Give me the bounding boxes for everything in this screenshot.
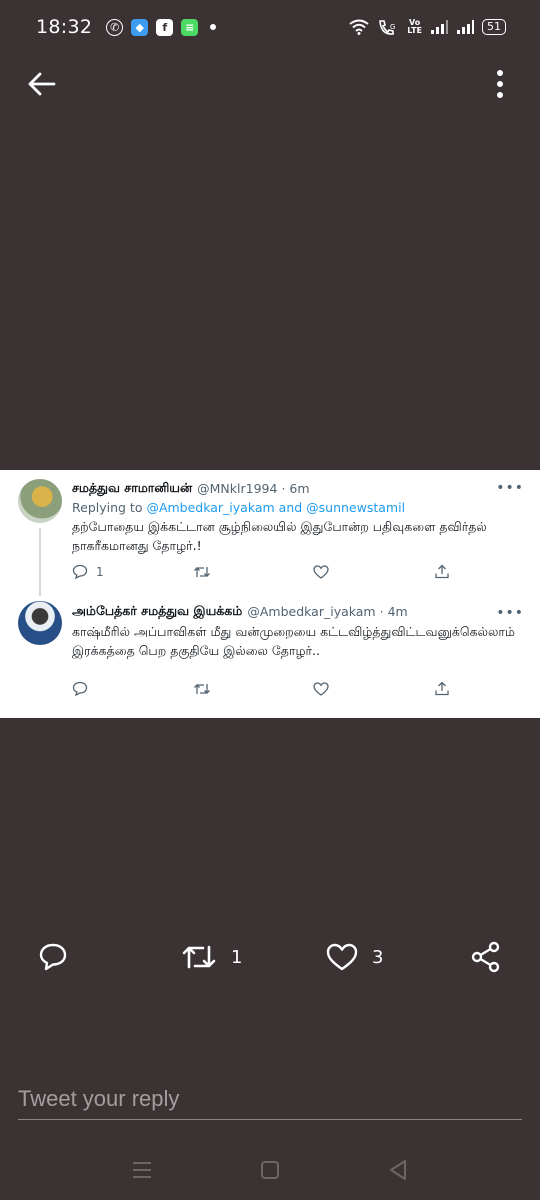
user-handle: @Ambedkar_iyakam bbox=[247, 604, 376, 619]
menu-icon bbox=[133, 1162, 151, 1178]
avatar bbox=[18, 479, 62, 523]
tweet-actions: 1 bbox=[72, 564, 450, 579]
thread-line bbox=[39, 528, 41, 596]
reply-button[interactable] bbox=[38, 934, 68, 980]
wifi-icon bbox=[349, 19, 369, 35]
signal-2-icon bbox=[457, 20, 474, 34]
volte-icon: Vo LTE bbox=[407, 18, 422, 35]
back-button[interactable] bbox=[24, 66, 60, 102]
retweet-icon bbox=[182, 945, 216, 969]
tweet-menu-icon: ••• bbox=[496, 605, 524, 621]
reply-action bbox=[72, 681, 112, 696]
more-vertical-icon bbox=[497, 70, 503, 98]
heart-icon bbox=[313, 681, 329, 696]
reply-icon bbox=[39, 943, 67, 971]
mentions: @Ambedkar_iyakam and @sunnewstamil bbox=[146, 500, 406, 515]
signal-1-icon bbox=[431, 20, 448, 34]
tweet-header: அம்பேத்கர் சமத்துவ இயக்கம் @Ambedkar_iya… bbox=[72, 603, 524, 620]
replying-to: Replying to @Ambedkar_iyakam and @sunnew… bbox=[72, 500, 524, 515]
reply-icon bbox=[72, 681, 88, 696]
user-handle: @MNklr1994 bbox=[197, 481, 278, 496]
back-nav-button[interactable] bbox=[380, 1152, 416, 1188]
system-nav-bar bbox=[0, 1140, 540, 1200]
status-time: 18:32 bbox=[36, 16, 93, 38]
facebook-icon: f bbox=[156, 18, 174, 36]
tweet-item: அம்பேத்கர் சமத்துவ இயக்கம் @Ambedkar_iya… bbox=[0, 595, 540, 713]
wifi-calling-icon: G bbox=[379, 20, 396, 35]
tweet-item: சமத்துவ சாமானியன் @MNklr1994 · 6m ••• Re… bbox=[0, 470, 540, 596]
more-notifications-icon bbox=[210, 24, 217, 30]
heart-icon bbox=[313, 564, 329, 579]
separator-dot: · bbox=[281, 481, 286, 496]
retweet-action bbox=[193, 565, 233, 579]
like-button[interactable]: 3 bbox=[326, 934, 383, 980]
share-button[interactable] bbox=[470, 934, 502, 980]
share-icon bbox=[471, 941, 500, 973]
app-shield-icon: ◆ bbox=[131, 18, 149, 36]
like-action bbox=[313, 564, 353, 579]
user-name: அம்பேத்கர் சமத்துவ இயக்கம் bbox=[72, 603, 243, 618]
user-name: சமத்துவ சாமானியன் bbox=[72, 480, 193, 495]
notification-icons: ✆ ◆ f ≡ bbox=[106, 18, 217, 36]
recent-apps-button[interactable] bbox=[124, 1152, 160, 1188]
share-icon bbox=[435, 681, 449, 696]
tweet-time: 6m bbox=[289, 481, 310, 496]
tweet-action-bar: 1 3 bbox=[0, 934, 540, 980]
back-triangle-icon bbox=[390, 1160, 406, 1180]
reply-input[interactable] bbox=[18, 1078, 522, 1120]
tweet-time: 4m bbox=[387, 604, 408, 619]
top-bar bbox=[0, 54, 540, 112]
share-action bbox=[434, 681, 450, 696]
more-options-button[interactable] bbox=[482, 66, 518, 102]
reply-action: 1 bbox=[72, 564, 112, 579]
whatsapp-icon: ✆ bbox=[106, 18, 124, 36]
like-action bbox=[313, 681, 353, 696]
status-bar: 18:32 ✆ ◆ f ≡ G Vo LTE 51 bbox=[0, 0, 540, 54]
retweet-action bbox=[193, 682, 233, 696]
retweet-icon bbox=[193, 566, 210, 577]
tweet-actions bbox=[72, 681, 450, 696]
shared-tweet-image[interactable]: சமத்துவ சாமானியன் @MNklr1994 · 6m ••• Re… bbox=[0, 470, 540, 718]
app-green-icon: ≡ bbox=[181, 18, 199, 36]
back-arrow-icon bbox=[28, 72, 56, 96]
separator-dot: · bbox=[379, 604, 384, 619]
tweet-text: காஷ்மீரில் அப்பாவிகள் மீது வன்முறையை கட்… bbox=[72, 624, 515, 658]
share-icon bbox=[435, 564, 449, 579]
tweet-header: சமத்துவ சாமானியன் @MNklr1994 · 6m bbox=[72, 480, 524, 497]
tweet-text: தற்போதைய இக்கட்டான சூழ்நிலையில் இதுபோன்ற… bbox=[72, 519, 487, 553]
reply-count: 1 bbox=[96, 564, 104, 579]
reply-icon bbox=[72, 564, 88, 579]
retweet-count: 1 bbox=[231, 946, 243, 968]
like-count: 3 bbox=[372, 946, 384, 968]
retweet-icon bbox=[193, 683, 210, 694]
replying-label: Replying to bbox=[72, 500, 147, 515]
avatar bbox=[18, 601, 62, 645]
system-icons: G Vo LTE 51 bbox=[349, 19, 506, 35]
home-square-icon bbox=[261, 1161, 279, 1179]
home-button[interactable] bbox=[252, 1152, 288, 1188]
share-action bbox=[434, 564, 450, 579]
heart-icon bbox=[326, 943, 358, 971]
tweet-menu-icon: ••• bbox=[496, 480, 524, 496]
battery-indicator: 51 bbox=[482, 19, 506, 35]
svg-text:G: G bbox=[390, 23, 395, 31]
retweet-button[interactable]: 1 bbox=[181, 934, 242, 980]
